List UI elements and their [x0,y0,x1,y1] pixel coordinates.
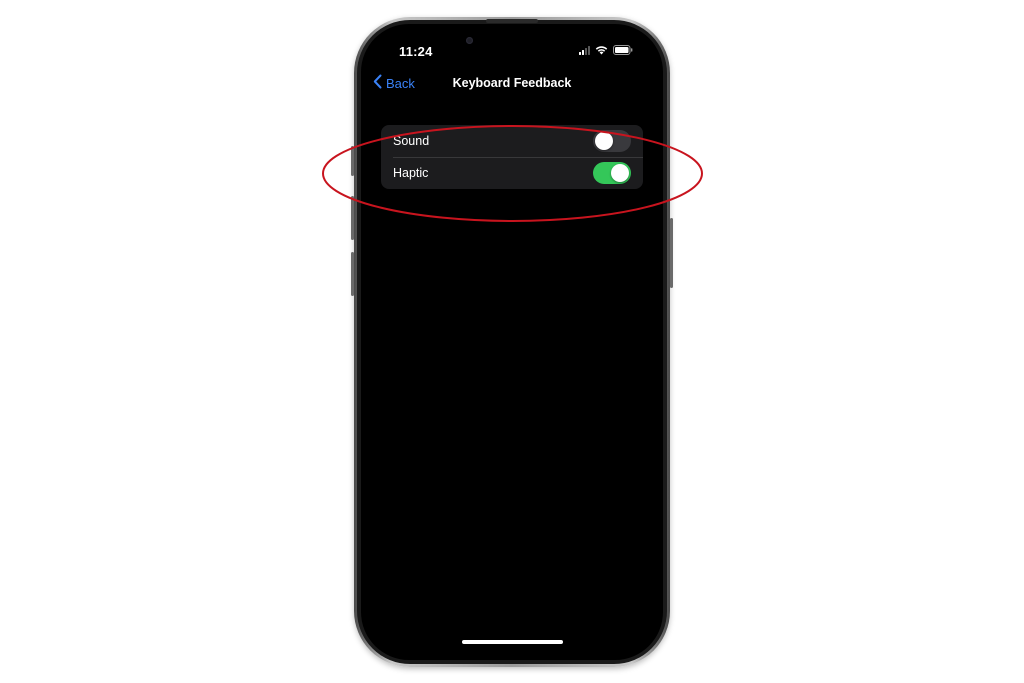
side-button [351,146,354,176]
status-icons [579,45,633,55]
haptic-label: Haptic [393,166,429,180]
cellular-signal-icon [579,45,590,55]
volume-down-button [351,252,354,296]
navigation-bar: Back Keyboard Feedback [361,74,663,96]
power-button [670,218,673,288]
toggle-knob [611,164,629,182]
sound-label: Sound [393,134,430,148]
toggle-knob [595,132,613,150]
status-time: 11:24 [399,44,433,59]
settings-row-haptic: Haptic [381,157,643,189]
phone-screen: 11:24 Back Keyboard Feedback Sound Hapti… [361,24,663,660]
haptic-toggle[interactable] [593,162,631,184]
sound-toggle[interactable] [593,130,631,152]
front-camera [466,37,473,44]
stage: 11:24 Back Keyboard Feedback Sound Hapti… [0,0,1024,683]
volume-up-button [351,196,354,240]
battery-icon [613,45,633,55]
home-indicator[interactable] [462,640,563,644]
page-title: Keyboard Feedback [452,76,572,90]
earpiece-speaker [486,19,538,23]
settings-row-sound: Sound [381,125,643,157]
settings-group: Sound Haptic [381,125,643,189]
wifi-icon [595,45,608,55]
